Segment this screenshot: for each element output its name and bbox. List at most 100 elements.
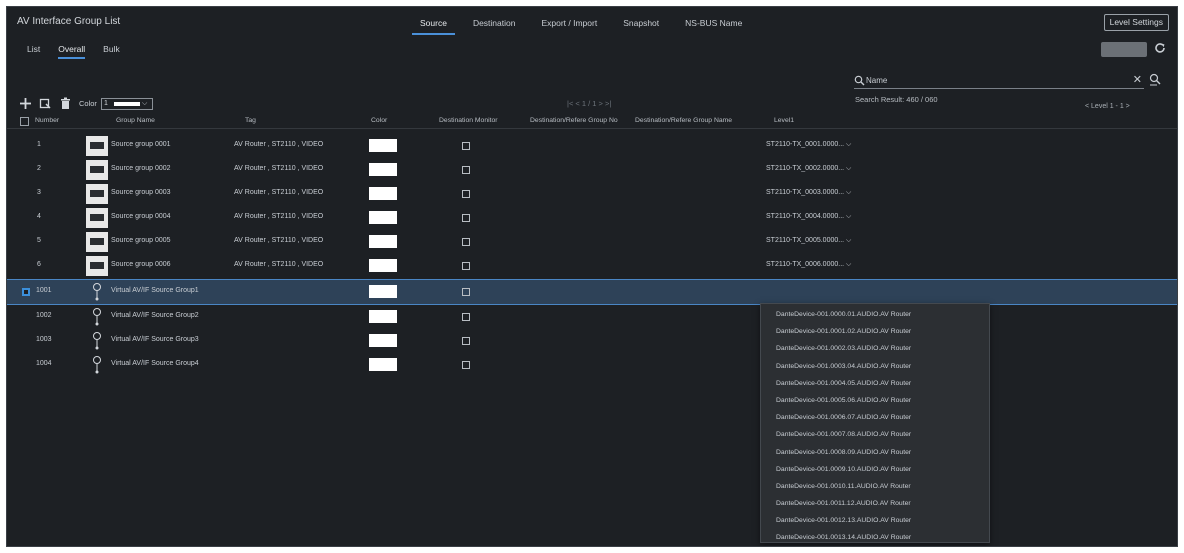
table-row[interactable]: 5 Source group 0005 AV Router , ST2110 ,… [7,230,1177,254]
row-number: 4 [37,213,41,220]
row-number: 6 [37,261,41,268]
tab-bulk[interactable]: Bulk [103,44,120,59]
window-title: AV Interface Group List [17,16,121,27]
row-color-swatch[interactable] [369,285,397,298]
row-level1-select[interactable]: ST2110-TX_0005.0000... ⌵ [766,237,851,245]
row-color-swatch[interactable] [369,310,397,323]
row-color-swatch[interactable] [369,259,397,272]
row-color-swatch[interactable] [369,358,397,371]
table-row[interactable]: 1003 Virtual AV/IF Source Group3 [7,329,1177,353]
dropdown-option[interactable]: DanteDevice-001.0009.10.AUDIO.AV Router [761,461,989,478]
row-color-swatch[interactable] [369,211,397,224]
tab-ns-bus-name[interactable]: NS-BUS Name [677,15,750,35]
row-color-swatch[interactable] [369,163,397,176]
row-number: 3 [37,189,41,196]
row-color-swatch[interactable] [369,334,397,347]
row-checkbox-checked[interactable] [22,288,30,296]
destination-monitor-checkbox[interactable] [462,166,470,174]
virtual-group-icon [93,283,101,301]
apply-button[interactable] [1101,42,1147,57]
column-tag[interactable]: Tag [245,117,256,124]
table-row[interactable]: 6 Source group 0006 AV Router , ST2110 ,… [7,254,1177,278]
dropdown-option[interactable]: DanteDevice-001.0012.13.AUDIO.AV Router [761,512,989,529]
column-color[interactable]: Color [371,117,387,124]
tab-list[interactable]: List [27,44,40,59]
clear-search-icon[interactable]: ✕ [1133,73,1142,86]
destination-monitor-checkbox[interactable] [462,214,470,222]
sub-tab-bar: List Overall Bulk [27,44,138,59]
row-level1-select[interactable]: ST2110-TX_0006.0000... ⌵ [766,261,851,269]
tab-snapshot[interactable]: Snapshot [615,15,667,35]
table-header: Number Group Name Tag Color Destination … [7,115,1177,129]
destination-monitor-checkbox[interactable] [462,142,470,150]
row-level1-select[interactable]: ST2110-TX_0002.0000... ⌵ [766,165,851,173]
level-settings-button[interactable]: Level Settings [1103,14,1169,31]
dropdown-option[interactable]: DanteDevice-001.0004.05.AUDIO.AV Router [761,375,989,392]
dropdown-option[interactable]: DanteDevice-001.0013.14.AUDIO.AV Router [761,529,989,542]
dropdown-option[interactable]: DanteDevice-001.0010.11.AUDIO.AV Router [761,478,989,495]
destination-monitor-checkbox[interactable] [462,190,470,198]
table-row[interactable]: 3 Source group 0003 AV Router , ST2110 ,… [7,182,1177,206]
delete-icon[interactable] [59,97,72,110]
top-tab-bar: Source Destination Export / Import Snaps… [412,15,760,35]
column-level1[interactable]: Level1 [774,117,794,124]
destination-monitor-checkbox[interactable] [462,262,470,270]
row-tag: AV Router , ST2110 , VIDEO [234,261,324,268]
destination-monitor-checkbox[interactable] [462,238,470,246]
row-color-swatch[interactable] [369,187,397,200]
row-number: 1002 [36,312,52,319]
column-group-name[interactable]: Group Name [116,117,155,124]
table-pager[interactable]: |< < 1 / 1 > >| [567,99,611,108]
row-group-name: Virtual AV/IF Source Group2 [111,312,199,319]
color-select[interactable]: 1 ⌵ [100,97,153,110]
search-input[interactable] [866,73,1126,88]
dropdown-option[interactable]: DanteDevice-001.0003.04.AUDIO.AV Router [761,358,989,375]
dropdown-option[interactable]: DanteDevice-001.0008.09.AUDIO.AV Router [761,444,989,461]
row-level1-select[interactable]: ST2110-TX_0003.0000... ⌵ [766,189,851,197]
table-row[interactable]: 1 Source group 0001 AV Router , ST2110 ,… [7,134,1177,158]
dropdown-option[interactable]: DanteDevice-001.0001.02.AUDIO.AV Router [761,323,989,340]
advanced-search-icon[interactable] [1148,73,1162,87]
column-number[interactable]: Number [35,117,59,124]
table-row-selected[interactable]: 1001 Virtual AV/IF Source Group1 [7,279,1177,305]
row-number: 1004 [36,360,52,367]
dropdown-option[interactable]: DanteDevice-001.0011.12.AUDIO.AV Router [761,495,989,512]
tab-overall[interactable]: Overall [58,44,86,59]
dropdown-option[interactable]: DanteDevice-001.0007.08.AUDIO.AV Router [761,426,989,443]
tab-export-import[interactable]: Export / Import [533,15,605,35]
table-row[interactable]: 1004 Virtual AV/IF Source Group4 [7,353,1177,377]
table-row[interactable]: 1002 Virtual AV/IF Source Group2 [7,305,1177,329]
add-icon[interactable] [19,97,32,110]
table-row[interactable]: 2 Source group 0002 AV Router , ST2110 ,… [7,158,1177,182]
destination-monitor-checkbox[interactable] [462,313,470,321]
row-level1-select[interactable]: ST2110-TX_0001.0000... ⌵ [766,141,851,149]
row-level1-select[interactable]: ST2110-TX_0004.0000... ⌵ [766,213,851,221]
row-number: 1001 [36,287,52,294]
destination-monitor-checkbox[interactable] [462,337,470,345]
table-row[interactable]: 4 Source group 0004 AV Router , ST2110 ,… [7,206,1177,230]
dropdown-option[interactable]: DanteDevice-001.0005.06.AUDIO.AV Router [761,392,989,409]
tab-destination[interactable]: Destination [465,15,524,35]
dropdown-option[interactable]: DanteDevice-001.0002.03.AUDIO.AV Router [761,340,989,357]
destination-monitor-checkbox[interactable] [462,288,470,296]
source-group-icon [86,136,108,156]
row-color-swatch[interactable] [369,235,397,248]
copy-icon[interactable] [39,97,52,110]
column-dest-group-no[interactable]: Destination/Refere Group No [530,117,618,124]
search-result-label: Search Result [855,95,903,104]
row-number: 2 [37,165,41,172]
refresh-icon[interactable] [1153,41,1167,55]
row-number: 1003 [36,336,52,343]
tab-source[interactable]: Source [412,15,455,35]
dropdown-option[interactable]: DanteDevice-001.0000.01.AUDIO.AV Router [761,306,989,323]
column-destination-monitor[interactable]: Destination Monitor [439,117,498,124]
destination-monitor-checkbox[interactable] [462,361,470,369]
row-level1-value: ST2110-TX_0003.0000... [766,189,845,196]
column-dest-group-name[interactable]: Destination/Refere Group Name [635,117,732,124]
row-group-name: Virtual AV/IF Source Group3 [111,336,199,343]
level-pager[interactable]: < Level 1 - 1 > [1085,103,1130,110]
row-group-name: Source group 0004 [111,213,171,220]
select-all-checkbox[interactable] [20,117,29,126]
row-color-swatch[interactable] [369,139,397,152]
dropdown-option[interactable]: DanteDevice-001.0006.07.AUDIO.AV Router [761,409,989,426]
